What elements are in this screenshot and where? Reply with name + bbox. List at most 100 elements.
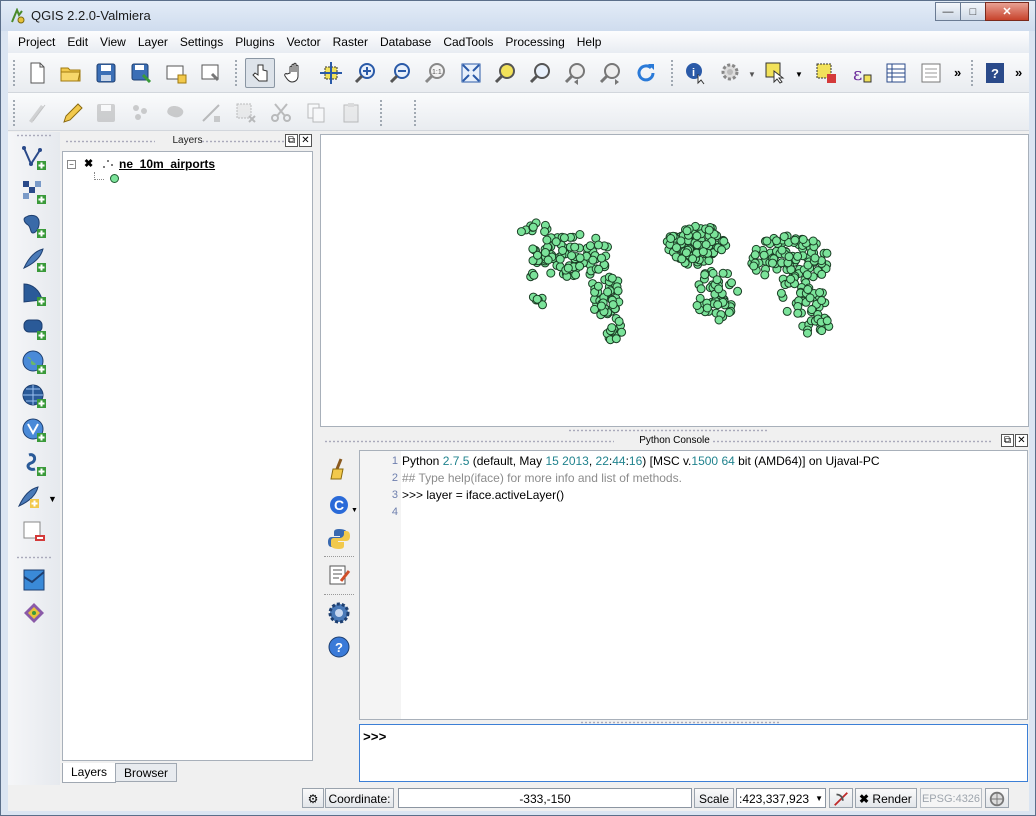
- dropdown-arrow-icon[interactable]: ▼: [48, 494, 57, 504]
- show-editor-icon[interactable]: [326, 562, 352, 588]
- dropdown-arrow-icon[interactable]: ▼: [351, 507, 358, 514]
- menu-settings[interactable]: Settings: [174, 31, 229, 53]
- add-oracle-layer-icon[interactable]: [20, 314, 48, 342]
- menu-vector[interactable]: Vector: [281, 31, 327, 53]
- menu-help[interactable]: Help: [571, 31, 608, 53]
- save-as-icon[interactable]: [126, 58, 156, 88]
- menu-cadtools[interactable]: CadTools: [437, 31, 499, 53]
- console-input[interactable]: >>>: [359, 724, 1028, 782]
- delete-selected-icon[interactable]: [231, 98, 261, 128]
- zoom-out-icon[interactable]: [386, 58, 416, 88]
- minimize-button[interactable]: —: [935, 2, 961, 21]
- console-output[interactable]: 1 Python 2.7.5​ (default, May 15 2013, 2…: [359, 450, 1028, 720]
- toolbar-grip[interactable]: [12, 59, 16, 87]
- add-raster-layer-icon[interactable]: [20, 178, 48, 206]
- toolbar-grip[interactable]: [670, 59, 674, 87]
- toolbar-grip[interactable]: [234, 59, 238, 87]
- dropdown-arrow-icon[interactable]: ▼: [795, 70, 803, 79]
- python-run-icon[interactable]: [326, 526, 352, 552]
- coordinate-toggle-icon[interactable]: ⚙: [302, 788, 324, 808]
- help-contents-icon[interactable]: ?: [980, 58, 1010, 88]
- tab-browser[interactable]: Browser: [115, 763, 178, 782]
- menu-raster[interactable]: Raster: [327, 31, 374, 53]
- menu-plugins[interactable]: Plugins: [229, 31, 280, 53]
- layer-row[interactable]: − ✖ ne_10m_airports: [67, 156, 215, 172]
- toolbar-grip[interactable]: [16, 134, 52, 137]
- stop-render-icon[interactable]: [829, 788, 853, 808]
- select-features-icon[interactable]: [761, 58, 791, 88]
- paste-features-icon[interactable]: [336, 98, 366, 128]
- menu-project[interactable]: Project: [12, 31, 61, 53]
- float-console-button[interactable]: ⧉: [1001, 434, 1014, 447]
- add-wms-layer-icon[interactable]: [20, 348, 48, 376]
- close-window-button[interactable]: ✕: [985, 2, 1029, 21]
- cut-features-icon[interactable]: [266, 98, 296, 128]
- coordinate-field[interactable]: -333,-150: [398, 788, 692, 808]
- menu-edit[interactable]: Edit: [61, 31, 94, 53]
- scale-combobox[interactable]: :423,337,923 ▼: [736, 788, 826, 808]
- crs-status-icon[interactable]: [985, 788, 1009, 808]
- menu-database[interactable]: Database: [374, 31, 437, 53]
- collapse-toggle[interactable]: −: [67, 159, 76, 169]
- add-spatialite-layer-icon[interactable]: [20, 246, 48, 274]
- run-feature-action-icon[interactable]: [716, 58, 746, 88]
- pan-map-icon[interactable]: [281, 58, 311, 88]
- save-project-icon[interactable]: [91, 58, 121, 88]
- import-class-icon[interactable]: C: [326, 492, 352, 518]
- toolbar-grip[interactable]: [379, 99, 383, 127]
- toolbar-grip[interactable]: [970, 59, 974, 87]
- add-mssql-layer-icon[interactable]: [20, 280, 48, 308]
- float-panel-button[interactable]: ⧉: [285, 134, 298, 147]
- move-feature-icon[interactable]: [161, 98, 191, 128]
- plugin-tool-icon[interactable]: [20, 600, 48, 628]
- more-tools-icon[interactable]: »: [1015, 65, 1022, 80]
- add-wcs-layer-icon[interactable]: [20, 382, 48, 410]
- new-project-icon[interactable]: [22, 58, 52, 88]
- menu-layer[interactable]: Layer: [132, 31, 174, 53]
- more-tools-icon[interactable]: »: [954, 65, 961, 80]
- save-layer-edits-icon[interactable]: [91, 98, 121, 128]
- georeferencer-icon[interactable]: [20, 566, 48, 594]
- pan-to-selection-icon[interactable]: [316, 58, 346, 88]
- remove-layer-icon[interactable]: [20, 518, 48, 546]
- statistics-icon[interactable]: [916, 58, 946, 88]
- new-print-composer-icon[interactable]: [161, 58, 191, 88]
- zoom-full-icon[interactable]: [456, 58, 486, 88]
- toolbar-grip[interactable]: [16, 556, 52, 559]
- add-feature-icon[interactable]: [126, 98, 156, 128]
- dropdown-arrow-icon[interactable]: ▼: [748, 70, 756, 79]
- add-delimited-text-layer-icon[interactable]: [20, 450, 48, 478]
- dropdown-arrow-icon[interactable]: ▼: [815, 789, 823, 809]
- crs-button[interactable]: EPSG:4326: [920, 788, 982, 808]
- new-shapefile-layer-icon[interactable]: [14, 484, 44, 512]
- map-canvas[interactable]: [320, 134, 1029, 427]
- touch-zoom-icon[interactable]: [245, 58, 275, 88]
- tab-layers[interactable]: Layers: [62, 763, 117, 783]
- close-panel-button[interactable]: ✕: [299, 134, 312, 147]
- layer-name[interactable]: ne_10m_airports: [119, 157, 215, 171]
- open-project-icon[interactable]: [56, 58, 86, 88]
- toggle-editing-icon[interactable]: [56, 98, 86, 128]
- settings-icon[interactable]: [326, 600, 352, 626]
- zoom-last-icon[interactable]: [561, 58, 591, 88]
- composer-manager-icon[interactable]: [196, 58, 226, 88]
- toolbar-grip[interactable]: [12, 99, 16, 127]
- maximize-button[interactable]: □: [960, 2, 986, 21]
- clear-console-icon[interactable]: [326, 456, 352, 482]
- edits-dropdown-icon[interactable]: [22, 98, 52, 128]
- help-icon[interactable]: ?: [326, 634, 352, 660]
- add-postgis-layer-icon[interactable]: [20, 212, 48, 240]
- layer-visibility-checkbox[interactable]: ✖: [84, 158, 95, 170]
- deselect-features-icon[interactable]: [811, 58, 841, 88]
- close-console-button[interactable]: ✕: [1015, 434, 1028, 447]
- add-vector-layer-icon[interactable]: [20, 144, 48, 172]
- menu-view[interactable]: View: [94, 31, 132, 53]
- zoom-next-icon[interactable]: [596, 58, 626, 88]
- add-wfs-layer-icon[interactable]: [20, 416, 48, 444]
- menu-processing[interactable]: Processing: [499, 31, 570, 53]
- render-checkbox[interactable]: ✖ Render: [855, 788, 917, 808]
- attribute-table-icon[interactable]: [881, 58, 911, 88]
- field-calculator-icon[interactable]: ε: [846, 58, 876, 88]
- zoom-to-selection-icon[interactable]: [491, 58, 521, 88]
- zoom-to-layer-icon[interactable]: [526, 58, 556, 88]
